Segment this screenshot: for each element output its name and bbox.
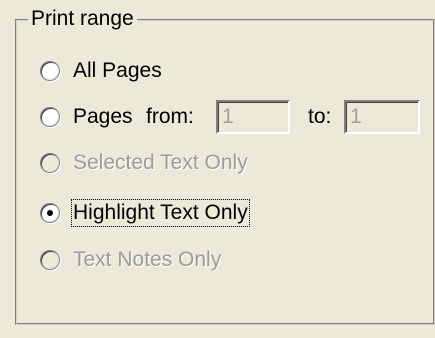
radio-pages-button[interactable]: [40, 107, 60, 127]
radio-selected-text-button: [40, 153, 60, 173]
radio-pages[interactable]: Pages: [40, 104, 133, 130]
radio-highlight-text[interactable]: Highlight Text Only: [40, 199, 250, 227]
from-page-field[interactable]: 1: [216, 100, 290, 134]
radio-text-notes-button: [40, 250, 60, 270]
from-label: from:: [146, 105, 194, 128]
radio-all-pages-button[interactable]: [40, 61, 60, 81]
to-page-field[interactable]: 1: [344, 100, 420, 134]
radio-highlight-text-label[interactable]: Highlight Text Only: [71, 199, 250, 227]
radio-all-pages[interactable]: All Pages: [40, 58, 162, 84]
radio-text-notes-label: Text Notes Only: [73, 248, 222, 271]
to-label: to:: [308, 105, 332, 128]
radio-highlight-text-button[interactable]: [40, 203, 60, 223]
radio-selected-text: Selected Text Only: [40, 150, 248, 176]
radio-all-pages-label[interactable]: All Pages: [73, 59, 162, 83]
radio-text-notes: Text Notes Only: [40, 247, 221, 273]
radio-pages-label[interactable]: Pages: [73, 105, 133, 129]
print-range-title: Print range: [28, 8, 137, 30]
radio-selected-text-label: Selected Text Only: [73, 151, 248, 174]
